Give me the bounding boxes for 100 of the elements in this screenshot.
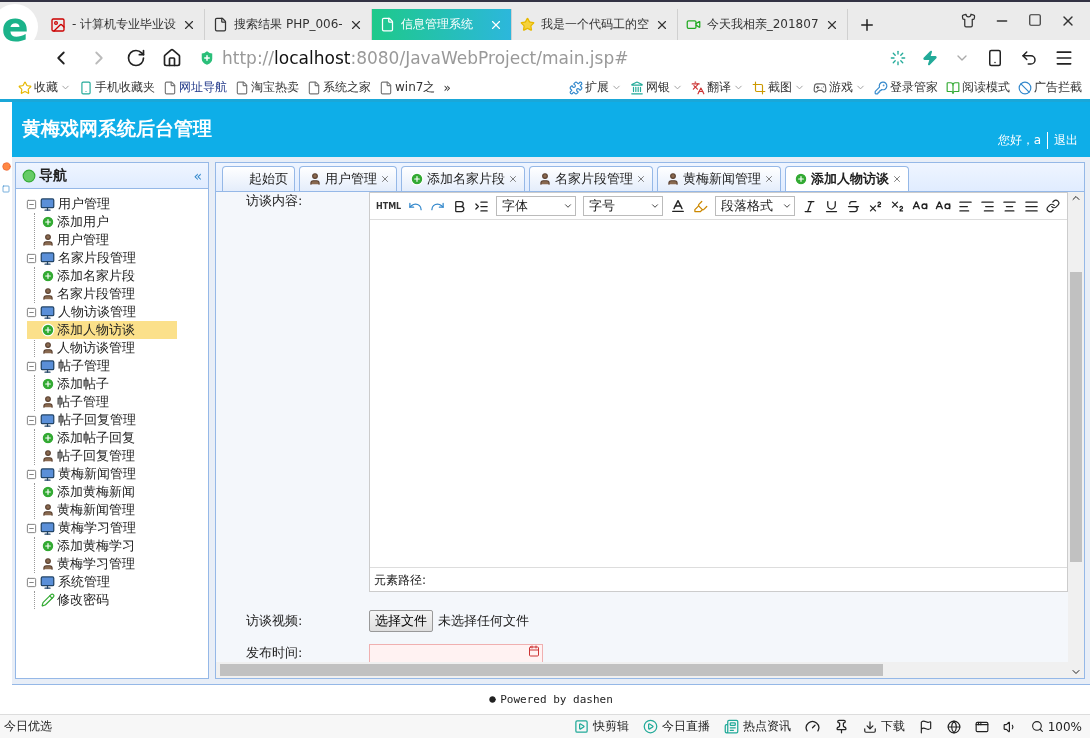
dot-icon[interactable] [1,162,11,171]
status-item[interactable]: 快剪辑 [573,718,629,735]
tree-item[interactable]: 添加黄梅学习 [27,537,177,555]
bookmark-item[interactable]: 网银 [630,79,683,96]
status-item[interactable]: 下载 [862,718,905,735]
undo-icon[interactable] [1020,49,1038,67]
tree-group[interactable]: 用户管理 [58,195,110,213]
tab[interactable]: 名家片段管理 [529,166,653,191]
vertical-scrollbar[interactable] [1068,192,1084,678]
tab[interactable]: 黄梅新闻管理 [657,166,781,191]
indent-icon[interactable] [474,198,490,214]
tree-item[interactable]: 黄梅新闻管理 [27,501,177,519]
spinner-icon[interactable] [890,50,906,66]
align-justify-icon[interactable] [1024,198,1040,214]
bookmark-item[interactable]: 游戏 [813,79,866,96]
superscript-icon[interactable] [868,198,884,214]
flag-icon[interactable] [918,719,933,734]
underline-icon[interactable] [824,198,840,214]
lightning-icon[interactable] [922,50,938,66]
search-icon [1030,720,1044,733]
status-item[interactable]: 今日直播 [642,718,710,735]
tab[interactable]: 添加名家片段 [401,166,525,191]
tree-item[interactable]: 添加帖子 [27,375,177,393]
menu-icon[interactable] [1054,48,1074,68]
paragraph-select[interactable]: 段落格式 [715,196,796,216]
html-button[interactable]: HTML [376,201,402,211]
bookmark-item[interactable]: 阅读模式 [946,79,1010,96]
align-left-icon[interactable] [958,198,974,214]
tree-group[interactable]: 帖子管理 [58,357,110,375]
phone-icon[interactable] [986,49,1004,67]
tree-group[interactable]: 人物访谈管理 [58,303,136,321]
collapse-button[interactable]: « [193,167,202,184]
bookmark-item[interactable]: 扩展 [569,79,622,96]
bookmark-item[interactable]: 翻译 [691,79,744,96]
status-item[interactable]: 100% [1030,719,1082,734]
italic-icon[interactable] [802,198,818,214]
collapse-icon[interactable] [26,198,37,210]
tree-item[interactable]: 人物访谈管理 [27,339,177,357]
tab[interactable]: 添加人物访谈 [785,166,909,191]
field-label: 发布时间: [245,644,304,662]
strikethrough-icon[interactable] [846,198,862,214]
highlight-icon[interactable] [693,198,709,214]
choose-file-button[interactable]: 选择文件 [369,610,433,632]
key-icon [874,80,888,95]
bookmark-item[interactable]: 淘宝热卖 [235,79,299,96]
collapse-icon[interactable] [26,468,37,480]
collapse-icon[interactable] [26,360,37,372]
bookmark-item[interactable]: 系统之家 [307,79,371,96]
tree-item[interactable]: 修改密码 [27,591,177,609]
link-icon[interactable] [1046,199,1061,213]
tree-group[interactable]: 黄梅新闻管理 [58,465,136,483]
home-icon[interactable] [162,48,182,68]
bookmark-item[interactable]: 登录管家 [874,79,938,96]
tree-item[interactable]: 帖子回复管理 [27,447,177,465]
tree-item[interactable]: 帖子管理 [27,393,177,411]
tab[interactable]: 起始页 [222,166,295,191]
align-right-icon[interactable] [980,198,996,214]
tree-group[interactable]: 名家片段管理 [58,249,136,267]
bookmark-item[interactable]: 广告拦截 [1018,79,1082,96]
collapse-icon[interactable] [26,414,37,426]
tree-item[interactable]: 添加用户 [27,213,177,231]
bookmark-item[interactable]: win7之 [379,79,436,96]
subscript-icon[interactable] [890,198,906,214]
font-select[interactable]: 字体 [496,196,577,216]
shirt-icon[interactable] [961,13,976,28]
collapse-icon[interactable] [26,306,37,318]
tree-item[interactable]: 名家片段管理 [27,285,177,303]
tab[interactable]: 用户管理 [299,166,397,191]
horizontal-scrollbar[interactable] [216,662,1068,678]
tree-group[interactable]: 系统管理 [58,573,110,591]
tree-group[interactable]: 帖子回复管理 [58,411,136,429]
gauge-icon[interactable] [804,719,820,734]
tree-item[interactable]: 用户管理 [27,231,177,249]
pin-icon[interactable] [833,719,849,734]
date-field[interactable] [369,644,543,662]
font-color-icon[interactable] [670,198,687,214]
size-select[interactable]: 字号 [583,196,664,216]
bookmark-item[interactable]: 收藏 [18,79,71,96]
tree-item[interactable]: 添加人物访谈 [27,321,177,339]
collapse-icon[interactable] [26,252,37,264]
tree-group[interactable]: 黄梅学习管理 [58,519,136,537]
monitor-icon [40,358,55,374]
play-circle-icon [642,719,658,734]
reload-icon[interactable] [126,48,146,68]
bookmark-item[interactable]: 截图 [752,79,805,96]
tree-item[interactable]: 添加名家片段 [27,267,177,285]
calendar-icon[interactable] [528,645,540,657]
address-field[interactable]: http://localhost:8080/JavaWebProject/main.jsp# [198,44,874,72]
tree-item[interactable]: 添加黄梅新闻 [27,483,177,501]
window-icon[interactable] [974,719,989,734]
collapse-icon[interactable] [26,576,37,588]
collapse-icon[interactable] [26,522,37,534]
bookmark-item[interactable]: 网址导航 [163,79,227,96]
align-center-icon[interactable] [1002,198,1018,214]
status-item[interactable]: 热点资讯 [723,718,791,735]
bookmark-item[interactable]: 手机收藏夹 [79,79,155,96]
tree-item[interactable]: 添加帖子回复 [27,429,177,447]
more-bookmarks-button[interactable]: » [443,80,451,95]
maximize-icon[interactable] [1028,13,1042,27]
tree-item[interactable]: 黄梅学习管理 [27,555,177,573]
